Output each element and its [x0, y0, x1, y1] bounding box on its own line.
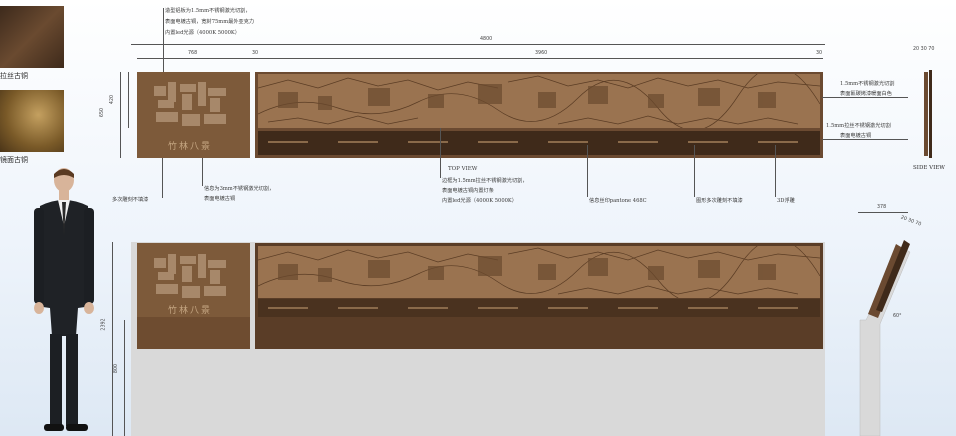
relief-artwork	[258, 74, 820, 128]
dim-side: 20 30 70	[913, 47, 935, 52]
dim-mid: 3960	[535, 51, 548, 56]
swatch-label: 拉丝古铜	[0, 72, 28, 80]
logo-text: 竹林八景	[168, 306, 213, 316]
info-marks	[268, 140, 808, 146]
leader-line	[694, 145, 695, 197]
top-note-line: 表面电镀古铜，宽封75mm最外亚克力	[165, 19, 255, 25]
callout-pantone: 信息丝印pantone 468C	[589, 198, 647, 204]
leader-line	[775, 145, 776, 197]
relief-artwork	[258, 246, 820, 298]
dim-tall: 2392	[101, 318, 107, 331]
dimension-line	[128, 72, 129, 128]
leader-line	[162, 158, 163, 198]
leader-line	[440, 128, 441, 178]
dim-side2-w: 378	[877, 205, 887, 210]
top-note-line: 内置led光源（4000K 5000K）	[165, 30, 240, 36]
dim-left: 768	[188, 51, 198, 56]
swatch-brushed-bronze	[0, 6, 64, 68]
callout-frame: 表面电镀古铜内置灯条	[442, 188, 494, 194]
dimension-line	[120, 72, 121, 158]
right-note: 1.5mm不锈钢激光切割	[840, 81, 895, 87]
dim-h2: 420	[110, 94, 116, 105]
right-note: 表面氟碳烤漆暖面白色	[840, 91, 892, 97]
logo-text: 竹林八景	[168, 142, 213, 152]
callout-engrave: 多次雕刻不填漆	[112, 197, 149, 203]
callout-frame: 内置led光源（4000K 5000K）	[442, 198, 517, 204]
callout-info: 表面电镀古铜	[204, 196, 236, 202]
dimension-line	[858, 212, 908, 213]
dim-h1: 650	[100, 107, 106, 118]
dimension-line	[131, 44, 825, 45]
human-scale-figure	[34, 168, 94, 431]
swatch-label: 镜面古铜	[0, 156, 28, 164]
logo-mark-icon	[154, 82, 226, 126]
right-note: 1.5mm拉丝不锈钢激光切割	[826, 123, 891, 129]
callout-frame: 边框为1.5mm拉丝不锈钢激光切割，	[442, 178, 528, 184]
info-marks	[268, 306, 808, 312]
leader-line	[202, 158, 203, 186]
top-note-line: 造型铝板为1.5mm不锈钢激光切割，	[165, 8, 251, 14]
dim-base: 800	[114, 363, 120, 374]
swatch-mirror-bronze	[0, 90, 64, 152]
dimension-line	[112, 242, 113, 436]
leader-line	[163, 8, 164, 72]
side-view-angled	[859, 240, 911, 436]
right-note: 表面电镀古铜	[840, 133, 872, 139]
dim-total: 4800	[480, 37, 493, 42]
logo-mark-icon	[154, 254, 226, 298]
callout-relief: 3D浮雕	[777, 198, 795, 204]
dim-angle: 60°	[893, 314, 902, 319]
dim-gap: 30	[252, 51, 259, 56]
callout-multi: 图形多次雕刻不填漆	[696, 198, 743, 204]
dimension-line	[124, 320, 125, 436]
top-view-label: TOP VIEW	[448, 166, 478, 172]
side-view-back	[929, 70, 932, 158]
side-view-label: SIDE VIEW	[913, 165, 945, 171]
leader-line	[587, 145, 588, 197]
side-view-profile	[924, 72, 928, 156]
dimension-line	[137, 58, 823, 59]
dim-gap: 30	[816, 51, 823, 56]
callout-info: 信息为3mm不锈钢激光切割，	[204, 186, 275, 192]
dim-side2: 20 30 70	[899, 215, 922, 228]
